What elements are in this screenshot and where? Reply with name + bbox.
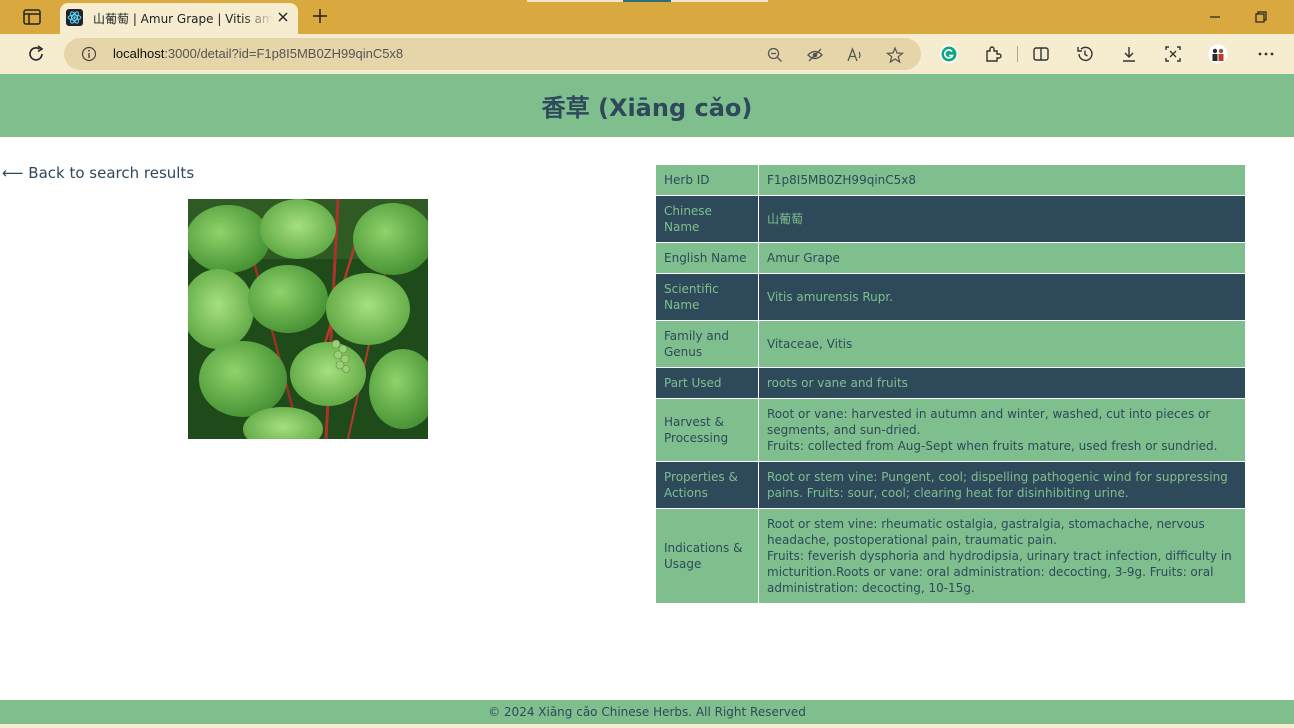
page-header: 香草 (Xiāng cǎo) (0, 74, 1294, 137)
herb-detail-value: Root or stem vine: rheumatic ostalgia, g… (758, 508, 1246, 604)
close-icon[interactable] (277, 11, 289, 23)
tab-strip-accent (671, 0, 768, 2)
herb-detail-row: Family and Genus Vitaceae, Vitis (655, 320, 1246, 368)
tracking-prevention-icon[interactable] (806, 46, 824, 64)
favorite-star-icon[interactable] (886, 46, 904, 64)
minimize-icon[interactable] (1207, 9, 1223, 25)
herb-detail-label: Scientific Name (655, 273, 759, 321)
zoom-out-icon[interactable] (766, 46, 784, 64)
extensions-icon[interactable] (983, 44, 1003, 64)
herb-detail-value: Vitis amurensis Rupr. (758, 273, 1246, 321)
grammarly-icon[interactable] (939, 44, 959, 64)
herb-detail-row: Chinese Name 山葡萄 (655, 195, 1246, 243)
herb-detail-value: Vitaceae, Vitis (758, 320, 1246, 368)
window-bottom-edge (0, 724, 1294, 728)
herb-detail-value: 山葡萄 (758, 195, 1246, 243)
herb-detail-label: English Name (655, 242, 759, 274)
herb-detail-row: Properties & Actions Root or stem vine: P… (655, 461, 1246, 509)
herb-detail-row: English Name Amur Grape (655, 242, 1246, 274)
herb-photo (188, 199, 428, 439)
herb-detail-row: Part Used roots or vane and fruits (655, 367, 1246, 399)
reload-icon[interactable] (26, 44, 46, 64)
herb-detail-value: Amur Grape (758, 242, 1246, 274)
page-footer: © 2024 Xiāng cǎo Chinese Herbs. All Righ… (0, 700, 1294, 724)
url-host: localhost (113, 46, 165, 61)
tab-strip-accent (527, 0, 623, 2)
herb-detail-label: Part Used (655, 367, 759, 399)
herb-detail-value: Root or vane: harvested in autumn and wi… (758, 398, 1246, 462)
browser-tab[interactable]: 山葡萄 | Amur Grape | Vitis amurensis (60, 3, 298, 34)
restore-icon[interactable] (1253, 9, 1269, 25)
react-favicon-icon (66, 9, 83, 26)
herb-detail-row: Scientific Name Vitis amurensis Rupr. (655, 273, 1246, 321)
url-path: :3000/detail?id=F1p8I5MB0ZH99qinC5x8 (164, 46, 404, 61)
herb-detail-label: Herb ID (655, 164, 759, 196)
herb-detail-label: Indications & Usage (655, 508, 759, 604)
tab-strip-accent (623, 0, 671, 2)
more-icon[interactable] (1256, 44, 1276, 64)
screenshot-icon[interactable] (1163, 44, 1183, 64)
herb-detail-value: F1p8I5MB0ZH99qinC5x8 (758, 164, 1246, 196)
herb-details-table: Herb ID F1p8I5MB0ZH99qinC5x8 Chinese Name 山… (655, 164, 1246, 604)
herb-detail-value: roots or vane and fruits (758, 367, 1246, 399)
url-field[interactable]: localhost:3000/detail?id=F1p8I5MB0ZH99qi… (64, 38, 921, 70)
herb-detail-label: Harvest & Processing (655, 398, 759, 462)
read-aloud-icon[interactable] (846, 46, 864, 64)
url-text: localhost:3000/detail?id=F1p8I5MB0ZH99qi… (113, 46, 403, 61)
tab-title: 山葡萄 | Amur Grape | Vitis amurensis (93, 10, 273, 27)
back-to-results-link[interactable]: ⟵ Back to search results (2, 164, 194, 182)
footer-copyright: © 2024 Xiāng cǎo Chinese Herbs. All Righ… (488, 705, 806, 719)
new-tab-icon[interactable] (310, 6, 330, 26)
info-icon[interactable] (81, 46, 97, 62)
downloads-icon[interactable] (1119, 44, 1139, 64)
herb-detail-label: Family and Genus (655, 320, 759, 368)
herb-detail-row: Herb ID F1p8I5MB0ZH99qinC5x8 (655, 164, 1246, 196)
profile-icon[interactable] (1208, 44, 1228, 64)
herb-detail-label: Properties & Actions (655, 461, 759, 509)
toolbar-divider (1017, 46, 1018, 62)
browser-address-bar: localhost:3000/detail?id=F1p8I5MB0ZH99qi… (0, 34, 1294, 74)
herb-detail-value: Root or stem vine: Pungent, cool; dispel… (758, 461, 1246, 509)
split-screen-icon[interactable] (1031, 44, 1051, 64)
herb-detail-label: Chinese Name (655, 195, 759, 243)
page-title: 香草 (Xiāng cǎo) (541, 94, 753, 122)
browser-tab-bar: 山葡萄 | Amur Grape | Vitis amurensis (0, 0, 1294, 34)
herb-detail-row: Indications & Usage Root or stem vine: rh… (655, 508, 1246, 604)
herb-detail-row: Harvest & Processing Root or vane: harves… (655, 398, 1246, 462)
sidebar-toggle-icon[interactable] (22, 8, 42, 26)
history-icon[interactable] (1075, 44, 1095, 64)
